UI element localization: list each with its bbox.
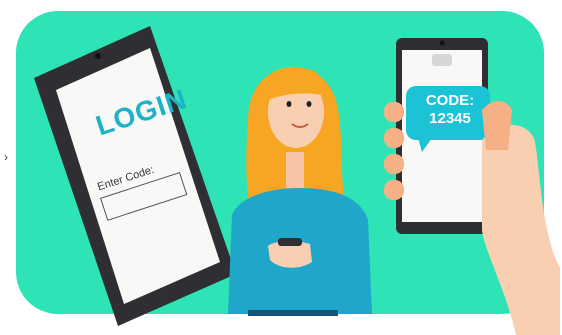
sms-code-text: CODE: 12345 [414,92,486,128]
cursor-arrow-icon: › [4,150,8,164]
scene-graphics [34,26,560,335]
illustration-canvas: LOGIN Enter Code: CODE: 12345 › [0,0,562,335]
sms-code-label: CODE: [425,92,475,109]
sms-code-number: 12345 [429,110,471,127]
woman-figure [228,67,372,316]
